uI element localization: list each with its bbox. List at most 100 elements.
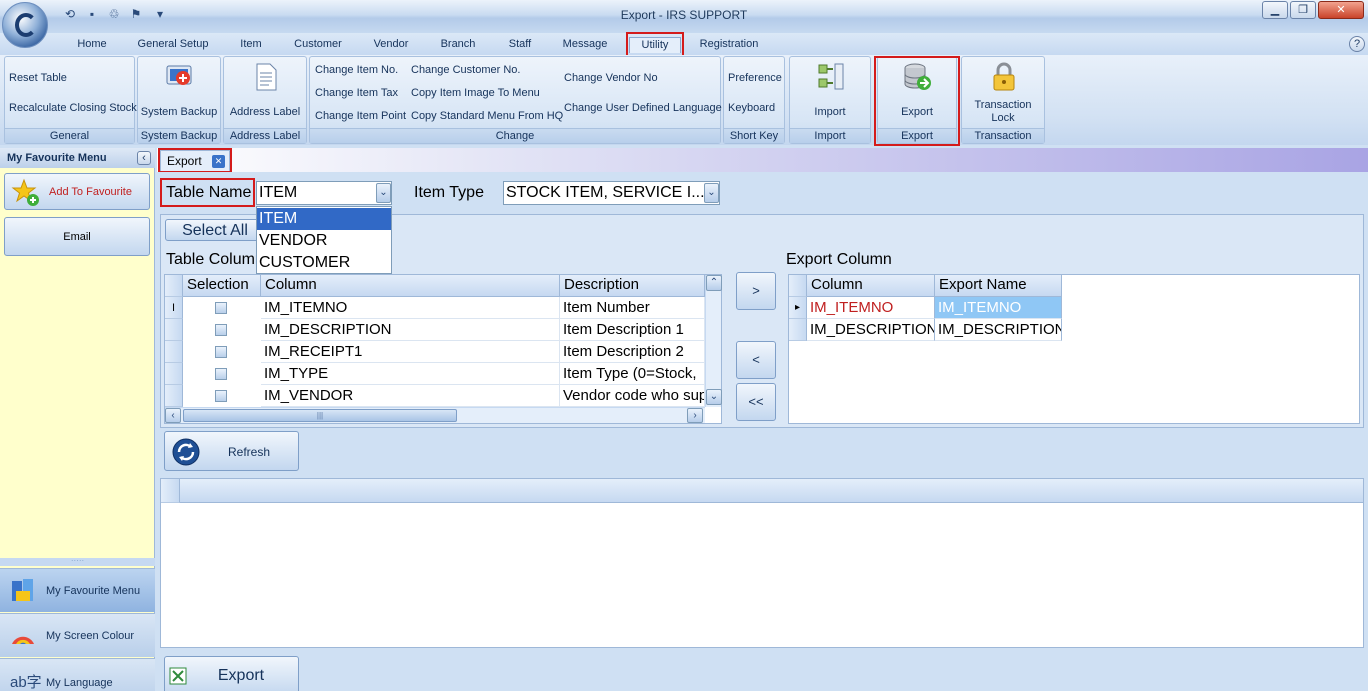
- row-checkbox[interactable]: [215, 346, 227, 358]
- document-tab-bar: [157, 148, 1368, 172]
- excel-export-icon: [169, 667, 187, 685]
- group-system-backup[interactable]: System Backup System Backup: [137, 56, 221, 144]
- tab-general-setup[interactable]: General Setup: [132, 37, 214, 53]
- group-label-transaction: Transaction: [962, 128, 1044, 143]
- table-name-select[interactable]: ITEM: [256, 181, 392, 205]
- copy-standard-menu-button[interactable]: Copy Standard Menu From HQ: [411, 110, 563, 122]
- my-favourite-menu-button[interactable]: My Favourite Menu: [0, 568, 155, 612]
- header-export-name[interactable]: Export Name: [935, 275, 1062, 297]
- tab-registration[interactable]: Registration: [692, 37, 766, 53]
- horizontal-scrollbar[interactable]: ‹ ||| ›: [165, 407, 705, 423]
- export-name-cell[interactable]: IM_DESCRIPTION: [935, 319, 1062, 341]
- change-item-point-button[interactable]: Change Item Point: [315, 110, 406, 122]
- group-label-general: General: [5, 128, 134, 143]
- transaction-lock-label: Transaction Lock: [974, 99, 1032, 124]
- description-cell: Item Description 2: [560, 341, 705, 363]
- tab-utility[interactable]: Utility: [629, 37, 681, 53]
- keyboard-button[interactable]: Keyboard: [728, 102, 775, 114]
- vertical-scrollbar[interactable]: ⌃ ⌄: [705, 275, 722, 407]
- header-column[interactable]: Column: [261, 275, 560, 297]
- app-logo-icon: [15, 13, 37, 37]
- group-short-key: Preference Keyboard Short Key: [723, 56, 785, 144]
- table-row[interactable]: [183, 385, 261, 407]
- change-vendor-no-button[interactable]: Change Vendor No: [564, 72, 658, 84]
- group-general: Reset Table Recalculate Closing Stock Ge…: [4, 56, 137, 144]
- column-cell: IM_ITEMNO: [261, 297, 560, 319]
- row-checkbox[interactable]: [215, 324, 227, 336]
- table-row[interactable]: [183, 297, 261, 319]
- change-user-defined-language-button[interactable]: Change User Defined Language: [564, 102, 722, 114]
- restore-button[interactable]: ❐: [1290, 1, 1316, 19]
- table-row[interactable]: [183, 341, 261, 363]
- close-tab-icon[interactable]: ✕: [212, 155, 225, 168]
- scroll-down-icon[interactable]: ⌄: [706, 389, 722, 405]
- add-to-favourite-button[interactable]: Add To Favourite: [4, 173, 150, 210]
- group-export[interactable]: Export Export: [877, 56, 957, 144]
- refresh-label: Refresh: [227, 445, 271, 459]
- option-item[interactable]: ITEM: [257, 208, 391, 230]
- my-favourite-menu-label: My Favourite Menu: [46, 585, 141, 597]
- table-name-dropdown-icon[interactable]: ⌄: [376, 183, 391, 203]
- export-column-cell[interactable]: IM_DESCRIPTION: [807, 319, 935, 341]
- sidebar-splitter[interactable]: ·····: [0, 557, 155, 566]
- lock-icon: [993, 62, 1015, 91]
- sidebar-collapse-button[interactable]: ‹: [137, 151, 151, 165]
- description-cell: Vendor code who sup: [560, 385, 705, 407]
- tab-message[interactable]: Message: [556, 37, 614, 53]
- change-item-tax-button[interactable]: Change Item Tax: [315, 87, 398, 99]
- header-selection[interactable]: Selection: [183, 275, 261, 297]
- table-row[interactable]: [183, 319, 261, 341]
- tab-home[interactable]: Home: [68, 37, 116, 53]
- refresh-button[interactable]: Refresh: [164, 431, 299, 471]
- option-customer[interactable]: CUSTOMER: [257, 252, 391, 274]
- header-export-column[interactable]: Column: [807, 275, 935, 297]
- app-orb-button[interactable]: [2, 2, 48, 48]
- my-language-button[interactable]: ab字 My Language: [0, 658, 155, 691]
- move-all-left-button[interactable]: <<: [736, 383, 776, 421]
- preview-header: [180, 479, 1363, 503]
- item-type-select[interactable]: STOCK ITEM, SERVICE I...: [503, 181, 720, 205]
- export-button[interactable]: Export: [164, 656, 299, 691]
- move-right-button[interactable]: >: [736, 272, 776, 310]
- row-indicator: I: [165, 297, 183, 319]
- doc-tab-export[interactable]: Export ✕: [160, 150, 230, 171]
- item-type-dropdown-icon[interactable]: ⌄: [704, 183, 719, 203]
- my-screen-colour-button[interactable]: My Screen Colour: [0, 613, 155, 657]
- close-window-button[interactable]: ✕: [1318, 1, 1364, 19]
- change-customer-no-button[interactable]: Change Customer No.: [411, 64, 520, 76]
- tab-item[interactable]: Item: [232, 37, 270, 53]
- scroll-up-icon[interactable]: ⌃: [706, 275, 722, 291]
- export-name-cell[interactable]: IM_ITEMNO: [935, 297, 1062, 319]
- scroll-right-icon[interactable]: ›: [687, 408, 703, 423]
- tab-customer[interactable]: Customer: [288, 37, 348, 53]
- email-button[interactable]: Email: [4, 217, 150, 256]
- export-column-grid: Column Export Name ▸ IM_ITEMNO IM_ITEMNO…: [788, 274, 1360, 424]
- tab-branch[interactable]: Branch: [432, 37, 484, 53]
- select-all-button[interactable]: Select All: [165, 219, 265, 241]
- item-type-label: Item Type: [414, 184, 484, 201]
- tab-vendor[interactable]: Vendor: [366, 37, 416, 53]
- change-item-no-button[interactable]: Change Item No.: [315, 64, 398, 76]
- tab-staff[interactable]: Staff: [500, 37, 540, 53]
- reset-table-button[interactable]: Reset Table: [9, 72, 67, 84]
- row-checkbox[interactable]: [215, 302, 227, 314]
- group-label-address-label: Address Label: [224, 128, 306, 143]
- group-address-label[interactable]: Address Label Address Label: [223, 56, 307, 144]
- preference-button[interactable]: Preference: [728, 72, 782, 84]
- row-checkbox[interactable]: [215, 368, 227, 380]
- recalculate-closing-stock-button[interactable]: Recalculate Closing Stock: [9, 102, 137, 114]
- row-checkbox[interactable]: [215, 390, 227, 402]
- copy-item-image-button[interactable]: Copy Item Image To Menu: [411, 87, 540, 99]
- scroll-left-icon[interactable]: ‹: [165, 408, 181, 423]
- group-import[interactable]: Import Import: [789, 56, 871, 144]
- help-icon[interactable]: ?: [1349, 36, 1365, 52]
- table-row[interactable]: [183, 363, 261, 385]
- minimize-button[interactable]: ▁: [1262, 1, 1288, 19]
- scroll-thumb[interactable]: |||: [183, 409, 457, 422]
- export-column-cell[interactable]: IM_ITEMNO: [807, 297, 935, 319]
- option-vendor[interactable]: VENDOR: [257, 230, 391, 252]
- group-transaction[interactable]: Transaction Lock Transaction: [961, 56, 1045, 144]
- group-label-system-backup: System Backup: [138, 128, 220, 143]
- move-left-button[interactable]: <: [736, 341, 776, 379]
- header-description[interactable]: Description: [560, 275, 705, 297]
